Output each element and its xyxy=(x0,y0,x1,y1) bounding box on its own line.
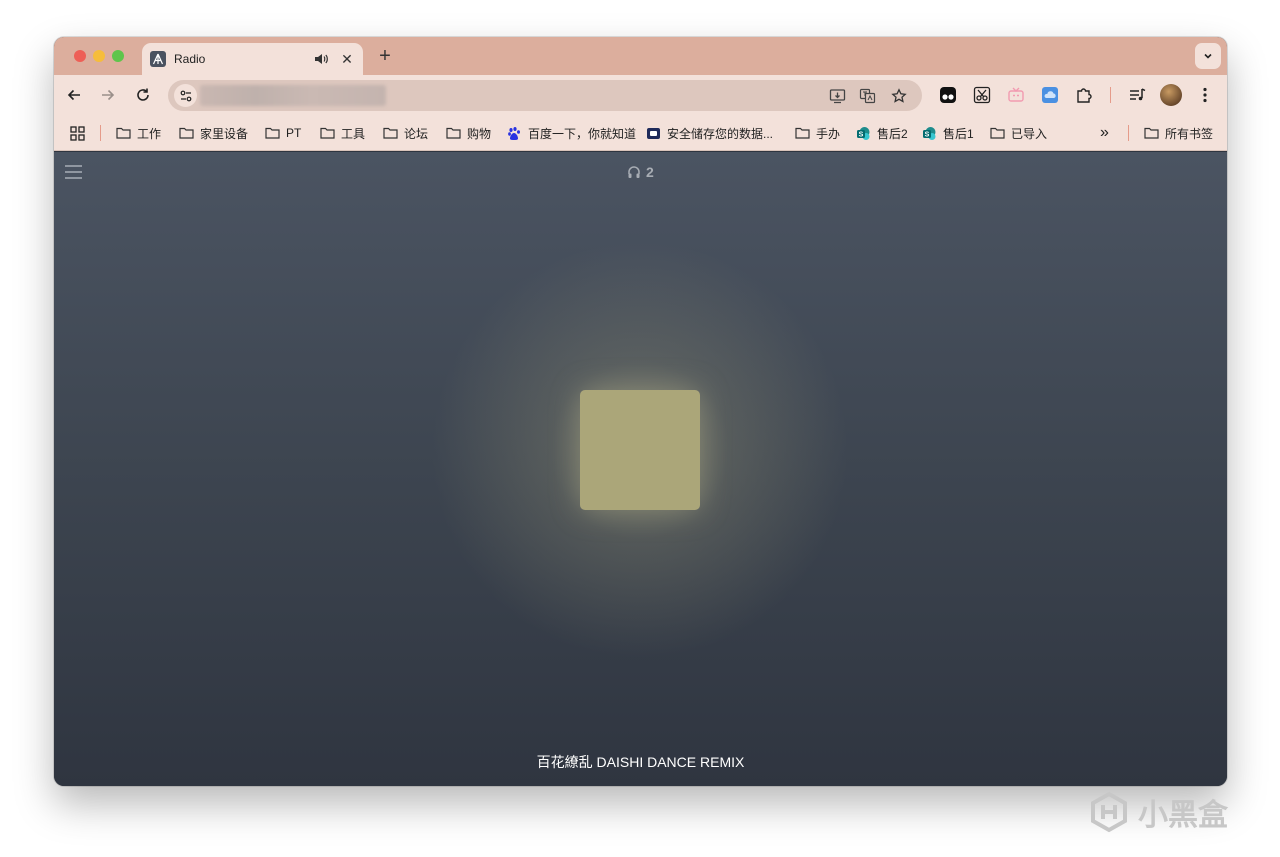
bookmark-label: 售后2 xyxy=(877,126,908,141)
svg-text:S: S xyxy=(859,131,864,138)
bookmark-secure-storage[interactable]: 安全储存您的数据... xyxy=(646,124,773,142)
bookmark-label: 购物 xyxy=(467,126,492,141)
listener-count-value: 2 xyxy=(646,164,654,180)
watermark-logo: 小黑盒 xyxy=(1088,790,1228,834)
bookmark-label: 家里设备 xyxy=(200,126,249,141)
folder-icon xyxy=(265,127,280,139)
bookmark-after-sales-2[interactable]: S 售后2 xyxy=(856,124,908,142)
all-bookmarks-folder[interactable]: 所有书签 xyxy=(1144,124,1213,142)
address-bar[interactable] xyxy=(168,80,922,111)
sharepoint-icon: S xyxy=(857,126,870,140)
forward-icon[interactable] xyxy=(98,85,118,105)
bookmark-label: PT xyxy=(286,126,302,140)
bookmark-baidu[interactable]: 百度一下，你就知道 xyxy=(507,124,636,142)
toolbar xyxy=(54,75,1227,115)
zoom-window-button[interactable] xyxy=(112,50,124,62)
folder-icon xyxy=(446,127,461,139)
bookmark-label: 手办 xyxy=(816,126,841,141)
extensions-puzzle-icon[interactable] xyxy=(1074,85,1094,105)
minimize-window-button[interactable] xyxy=(93,50,105,62)
storage-icon xyxy=(647,127,660,139)
hamburger-menu-icon[interactable] xyxy=(64,164,83,180)
more-menu-icon[interactable] xyxy=(1195,85,1215,105)
bookmark-label: 所有书签 xyxy=(1165,126,1214,141)
bookmark-folder-forum[interactable]: 论坛 xyxy=(383,124,428,142)
album-cover[interactable] xyxy=(580,390,700,510)
folder-icon xyxy=(179,127,194,139)
bookmark-label: 工作 xyxy=(137,126,162,141)
bookmark-label: 安全储存您的数据... xyxy=(667,126,774,141)
heybox-logo-icon xyxy=(1091,791,1127,833)
bookmark-label: 论坛 xyxy=(404,126,429,141)
listener-count: 2 xyxy=(627,163,654,181)
tab-strip: Radio ✕ + xyxy=(54,37,1227,75)
url-text-blurred[interactable] xyxy=(200,85,386,106)
profile-avatar[interactable] xyxy=(1160,84,1182,106)
radio-player-page: 2 百花繚乱 DAISHI DANCE REMIX xyxy=(54,152,1227,786)
bookmark-star-icon[interactable] xyxy=(890,87,908,105)
folder-icon xyxy=(116,127,131,139)
bookmark-folder-tools[interactable]: 工具 xyxy=(320,124,365,142)
install-app-icon[interactable] xyxy=(828,87,846,105)
chevron-down-icon xyxy=(1204,53,1212,59)
bookmark-label: 已导入 xyxy=(1011,126,1048,141)
bookmark-folder-work[interactable]: 工作 xyxy=(116,124,161,142)
watermark-text: 小黑盒 xyxy=(1138,799,1228,832)
headphones-icon xyxy=(628,166,640,178)
sharepoint-icon: S xyxy=(923,126,936,140)
bookmarks-divider xyxy=(1128,125,1129,141)
translate-icon[interactable] xyxy=(858,87,876,105)
close-window-button[interactable] xyxy=(74,50,86,62)
tab-radio[interactable]: Radio ✕ xyxy=(142,43,363,75)
folder-icon xyxy=(383,127,398,139)
bookmark-folder-figures[interactable]: 手办 xyxy=(795,124,840,142)
bookmarks-bar: 工作 家里设备 PT 工具 论坛 购物 百度一下，你就知道 安全储存您的数据..… xyxy=(54,115,1227,151)
radio-favicon-icon xyxy=(150,51,166,67)
song-title: 百花繚乱 DAISHI DANCE REMIX xyxy=(536,754,745,770)
cloud-extension-icon[interactable] xyxy=(1040,85,1060,105)
apps-grid-icon[interactable] xyxy=(70,124,91,142)
bookmarks-overflow-icon[interactable]: » xyxy=(1100,124,1109,142)
close-tab-icon[interactable]: ✕ xyxy=(339,51,355,68)
back-icon[interactable] xyxy=(64,85,84,105)
bookmark-folder-imported[interactable]: 已导入 xyxy=(990,124,1047,142)
new-tab-button[interactable]: + xyxy=(374,45,396,68)
bookmark-label: 百度一下，你就知道 xyxy=(528,126,637,141)
scissors-extension-icon[interactable] xyxy=(972,85,992,105)
folder-icon xyxy=(320,127,335,139)
tab-search-button[interactable] xyxy=(1195,43,1221,69)
bookmark-label: 工具 xyxy=(341,126,366,141)
toolbar-divider xyxy=(1110,87,1111,103)
media-control-icon[interactable] xyxy=(1127,85,1147,105)
bookmarks-divider xyxy=(100,125,101,141)
baidu-icon xyxy=(508,126,520,140)
bookmark-folder-shopping[interactable]: 购物 xyxy=(446,124,491,142)
bookmark-after-sales-1[interactable]: S 售后1 xyxy=(922,124,974,142)
svg-text:S: S xyxy=(925,131,930,138)
tampermonkey-extension-icon[interactable] xyxy=(938,85,958,105)
audio-playing-icon[interactable] xyxy=(313,51,329,67)
bookmark-folder-pt[interactable]: PT xyxy=(265,124,301,142)
site-info-icon[interactable] xyxy=(174,84,197,107)
reload-icon[interactable] xyxy=(133,85,153,105)
bookmark-folder-home-devices[interactable]: 家里设备 xyxy=(179,124,248,142)
tv-extension-icon[interactable] xyxy=(1006,85,1026,105)
folder-icon xyxy=(795,127,810,139)
bookmark-label: 售后1 xyxy=(943,126,974,141)
folder-icon xyxy=(990,127,1005,139)
browser-window: Radio ✕ + 工作 家里设备 PT 工具 论坛 购物 百度一下，你就知道 … xyxy=(54,37,1227,786)
folder-icon xyxy=(1144,127,1159,139)
tab-title: Radio xyxy=(174,52,206,66)
